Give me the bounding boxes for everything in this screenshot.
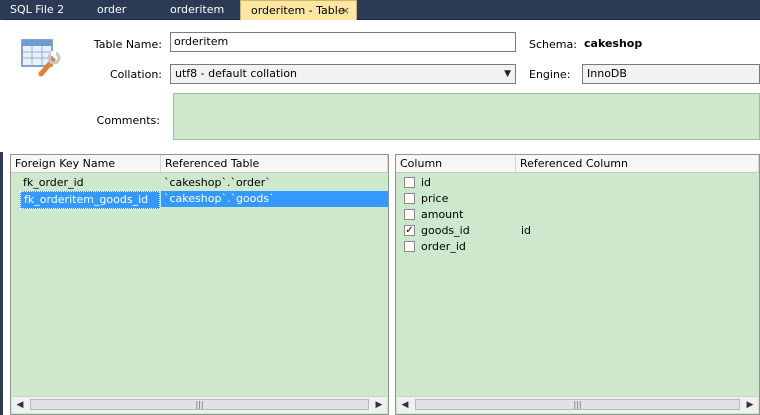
column-row[interactable]: order_id xyxy=(396,239,759,255)
arrow-left-icon[interactable]: ◀ xyxy=(397,397,413,413)
table-properties-form: Table Name: orderitem Schema: cakeshop C… xyxy=(0,20,760,152)
collation-select[interactable]: utf8 - default collation ▼ xyxy=(170,64,516,84)
comments-label: Comments: xyxy=(96,114,160,127)
fk-name: fk_order_id xyxy=(23,176,84,189)
header-referenced-column[interactable]: Referenced Column xyxy=(516,155,759,172)
schema-label: Schema: xyxy=(529,38,577,51)
column-name: price xyxy=(421,192,449,205)
collation-value: utf8 - default collation xyxy=(175,67,298,80)
column-row[interactable]: id xyxy=(396,175,759,191)
column-row[interactable]: ✓ goods_id id xyxy=(396,223,759,239)
tab-label: order xyxy=(97,3,127,16)
column-name: id xyxy=(421,176,432,189)
referenced-column-value: id xyxy=(521,224,532,237)
fk-row-selected[interactable]: fk_orderitem_goods_id `cakeshop`.`goods` xyxy=(11,191,388,209)
table-name-input[interactable]: orderitem xyxy=(170,32,516,52)
column-row[interactable]: price xyxy=(396,191,759,207)
column-checkbox[interactable] xyxy=(404,193,415,204)
table-settings-icon xyxy=(19,36,63,78)
header-foreign-key-name[interactable]: Foreign Key Name xyxy=(11,155,161,172)
engine-select[interactable]: InnoDB xyxy=(582,64,760,84)
fk-referenced-table: `cakeshop`.`order` xyxy=(164,176,271,189)
fk-name: fk_orderitem_goods_id xyxy=(20,191,160,209)
collation-label: Collation: xyxy=(109,68,162,81)
close-icon[interactable]: × xyxy=(341,1,350,20)
table-name-label: Table Name: xyxy=(93,38,162,51)
engine-value: InnoDB xyxy=(587,67,627,80)
column-name: amount xyxy=(421,208,464,221)
foreign-key-list[interactable]: Foreign Key Name Referenced Table fk_ord… xyxy=(10,154,389,415)
fk-column-list[interactable]: Column Referenced Column id price amount… xyxy=(395,154,760,415)
engine-label: Engine: xyxy=(529,68,571,81)
comments-textarea[interactable] xyxy=(173,93,760,140)
horizontal-scrollbar[interactable]: ◀ ||| ▶ xyxy=(397,396,758,413)
schema-value: cakeshop xyxy=(584,37,643,50)
scroll-thumb[interactable]: ||| xyxy=(30,399,369,410)
header-column[interactable]: Column xyxy=(396,155,516,172)
arrow-right-icon[interactable]: ▶ xyxy=(742,397,758,413)
column-name: order_id xyxy=(421,240,466,253)
arrow-right-icon[interactable]: ▶ xyxy=(371,397,387,413)
tab-orderitem[interactable]: orderitem xyxy=(160,0,240,19)
chevron-down-icon: ▼ xyxy=(504,69,511,79)
fk-list-header: Foreign Key Name Referenced Table xyxy=(11,155,388,173)
tab-label: orderitem xyxy=(170,3,225,16)
tab-label: orderitem - Table xyxy=(251,4,345,17)
column-row[interactable]: amount xyxy=(396,207,759,223)
tab-order[interactable]: order xyxy=(87,0,157,19)
tab-label: SQL File 2 xyxy=(10,3,65,16)
column-checkbox[interactable] xyxy=(404,177,415,188)
tab-orderitem-table[interactable]: orderitem - Table × xyxy=(240,0,357,20)
column-checkbox[interactable] xyxy=(404,241,415,252)
column-checkbox[interactable] xyxy=(404,209,415,220)
tab-bar: SQL File 2 order orderitem orderitem - T… xyxy=(0,0,760,20)
fk-referenced-table: `cakeshop`.`goods` xyxy=(161,191,388,207)
horizontal-scrollbar[interactable]: ◀ ||| ▶ xyxy=(12,396,387,413)
header-referenced-table[interactable]: Referenced Table xyxy=(161,155,388,172)
column-checkbox-checked[interactable]: ✓ xyxy=(404,225,415,236)
fk-row[interactable]: fk_order_id `cakeshop`.`order` xyxy=(11,175,388,191)
scroll-thumb[interactable]: ||| xyxy=(415,399,740,410)
arrow-left-icon[interactable]: ◀ xyxy=(12,397,28,413)
column-list-header: Column Referenced Column xyxy=(396,155,759,173)
tab-sql-file-2[interactable]: SQL File 2 xyxy=(0,0,84,19)
column-name: goods_id xyxy=(421,224,470,237)
